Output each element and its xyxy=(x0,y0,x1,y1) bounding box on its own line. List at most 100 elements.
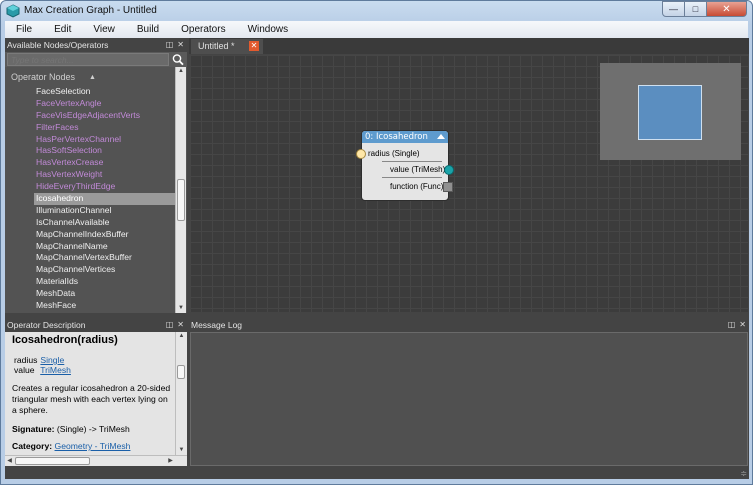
param-name: radius xyxy=(14,355,38,365)
description-hscrollbar[interactable]: ◀ ▶ xyxy=(5,455,187,466)
menu-operators[interactable]: Operators xyxy=(170,24,236,35)
description-panel: Icosahedron(radius) radius Single value … xyxy=(5,332,187,455)
graph-node-icosahedron[interactable]: 0: Icosahedron radius (Single) value (Tr… xyxy=(356,130,454,201)
param-row: value TriMesh xyxy=(14,365,172,375)
node-input-label: radius (Single) xyxy=(368,149,420,158)
menu-bar: File Edit View Build Operators Windows xyxy=(5,21,748,38)
window-controls: — □ ✕ xyxy=(662,1,747,17)
category-label: Category: xyxy=(12,441,53,451)
description-panel-title: Operator Description xyxy=(7,320,86,330)
log-panel-title-bar: Message Log ◫ ✕ xyxy=(189,318,749,332)
list-item[interactable]: FaceVertexAngle xyxy=(5,98,175,110)
window-title: Max Creation Graph - Untitled xyxy=(24,5,157,16)
pin-icon[interactable]: ◫ xyxy=(166,38,174,52)
list-item[interactable]: MapChannelIndexBuffer xyxy=(5,229,175,241)
list-item-selected[interactable]: Icosahedron xyxy=(34,193,175,205)
input-port-radius[interactable] xyxy=(356,149,366,159)
search-input[interactable] xyxy=(7,53,169,66)
list-item[interactable]: FaceSelection xyxy=(5,86,175,98)
menu-file[interactable]: File xyxy=(5,24,43,35)
search-row xyxy=(5,52,187,67)
minimize-icon: — xyxy=(669,4,678,14)
tab-close-icon[interactable]: ✕ xyxy=(249,41,259,51)
list-item[interactable]: IlluminationChannel xyxy=(5,205,175,217)
scroll-right-icon[interactable]: ▶ xyxy=(166,456,175,466)
client-area: Available Nodes/Operators ◫ ✕ Operator N… xyxy=(5,38,749,479)
status-bar: ≑ xyxy=(5,466,749,479)
message-log-area[interactable] xyxy=(190,332,748,466)
close-button[interactable]: ✕ xyxy=(707,1,747,17)
scroll-thumb[interactable] xyxy=(177,179,185,221)
param-name: value xyxy=(14,365,35,375)
collapse-arrow-icon[interactable] xyxy=(437,134,445,139)
maximize-button[interactable]: □ xyxy=(685,1,707,17)
node-title: 0: Icosahedron xyxy=(365,132,428,142)
minimap[interactable] xyxy=(600,63,741,160)
menu-view[interactable]: View xyxy=(82,24,126,35)
operator-description-text: Creates a regular icosahedron a 20-sided… xyxy=(12,383,171,415)
nodes-panel-title-bar: Available Nodes/Operators ◫ ✕ xyxy=(5,38,187,52)
operator-list-scrollbar[interactable]: ▲ ▼ xyxy=(175,67,186,313)
output-port-function[interactable] xyxy=(443,182,453,192)
list-item[interactable]: HasSoftSelection xyxy=(5,145,175,157)
app-logo-icon xyxy=(6,4,20,18)
scroll-down-icon[interactable]: ▼ xyxy=(176,304,186,313)
minimize-button[interactable]: — xyxy=(662,1,685,17)
resize-grip-icon[interactable]: ≑ xyxy=(740,469,747,478)
node-divider xyxy=(382,177,442,178)
scroll-up-icon[interactable]: ▲ xyxy=(176,67,186,76)
list-item[interactable]: HasVertexWeight xyxy=(5,169,175,181)
search-icon[interactable] xyxy=(171,53,185,66)
menu-windows[interactable]: Windows xyxy=(237,24,300,35)
scroll-left-icon[interactable]: ◀ xyxy=(5,456,14,466)
minimap-viewport[interactable] xyxy=(638,85,702,140)
signature-value: (Single) -> TriMesh xyxy=(56,424,130,434)
panel-close-icon[interactable]: ✕ xyxy=(739,318,746,332)
list-item[interactable]: FaceVisEdgeAdjacentVerts xyxy=(5,110,175,122)
list-item[interactable]: HideEveryThirdEdge xyxy=(5,181,175,193)
list-item[interactable]: HasVertexCrease xyxy=(5,157,175,169)
scroll-thumb[interactable] xyxy=(177,365,185,379)
panel-close-icon[interactable]: ✕ xyxy=(177,318,184,332)
node-output-value-label: value (TriMesh) xyxy=(390,165,446,174)
graph-tab-bar: Untitled * ✕ xyxy=(189,38,749,54)
title-bar: Max Creation Graph - Untitled — □ ✕ xyxy=(1,1,752,21)
list-item[interactable]: MapChannelVertices xyxy=(5,264,175,276)
menu-build[interactable]: Build xyxy=(126,24,170,35)
list-item[interactable]: FilterFaces xyxy=(5,122,175,134)
maximize-icon: □ xyxy=(692,4,699,14)
log-panel-title: Message Log xyxy=(191,320,243,330)
operator-list-panel: Operator Nodes ▲ FaceSelection FaceVerte… xyxy=(5,67,187,313)
graph-canvas[interactable]: 0: Icosahedron radius (Single) value (Tr… xyxy=(190,55,748,312)
pin-icon[interactable]: ◫ xyxy=(728,318,736,332)
node-header[interactable]: 0: Icosahedron xyxy=(362,131,448,143)
section-header[interactable]: Operator Nodes ▲ xyxy=(5,67,175,85)
scroll-up-icon[interactable]: ▲ xyxy=(176,332,187,341)
close-icon: ✕ xyxy=(722,3,731,15)
app-window: Max Creation Graph - Untitled — □ ✕ File… xyxy=(0,0,753,485)
description-scrollbar[interactable]: ▲ ▼ xyxy=(175,332,187,455)
list-item[interactable]: MaterialIds xyxy=(5,276,175,288)
description-content: Icosahedron(radius) radius Single value … xyxy=(12,332,172,451)
category-row: Category: Geometry - TriMesh xyxy=(12,441,172,451)
nodes-panel-title: Available Nodes/Operators xyxy=(7,40,109,50)
panel-close-icon[interactable]: ✕ xyxy=(177,38,184,52)
pin-icon[interactable]: ◫ xyxy=(166,318,174,332)
scroll-down-icon[interactable]: ▼ xyxy=(176,446,187,455)
tab-untitled[interactable]: Untitled * ✕ xyxy=(191,39,263,54)
list-item[interactable]: MeshFace xyxy=(5,300,175,312)
menu-edit[interactable]: Edit xyxy=(43,24,82,35)
list-item[interactable]: MapChannelVertexBuffer xyxy=(5,252,175,264)
list-item[interactable]: IsChannelAvailable xyxy=(5,217,175,229)
list-item[interactable]: HasPerVertexChannel xyxy=(5,134,175,146)
hscroll-thumb[interactable] xyxy=(15,457,90,465)
tab-label: Untitled * xyxy=(198,41,235,51)
output-port-value[interactable] xyxy=(444,165,454,175)
param-type-link[interactable]: TriMesh xyxy=(40,365,71,375)
category-link[interactable]: Geometry - TriMesh xyxy=(55,441,131,451)
collapse-caret-icon[interactable]: ▲ xyxy=(89,68,96,88)
list-item[interactable]: MapChannelName xyxy=(5,241,175,253)
list-item[interactable]: MeshData xyxy=(5,288,175,300)
operator-signature-heading: Icosahedron(radius) xyxy=(12,334,118,346)
param-type-link[interactable]: Single xyxy=(40,355,64,365)
